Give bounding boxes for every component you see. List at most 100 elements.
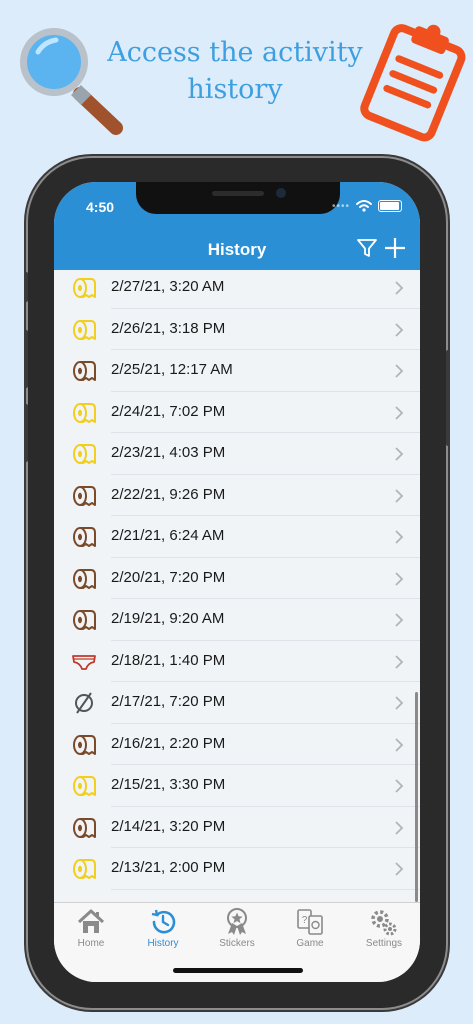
history-row-label: 2/17/21, 7:20 PM xyxy=(111,693,226,710)
add-icon[interactable] xyxy=(383,236,407,260)
tab-label: Stickers xyxy=(219,938,255,949)
tab-settings[interactable]: Settings xyxy=(349,907,419,949)
toilet-roll-brown-icon xyxy=(71,607,97,633)
speaker xyxy=(212,191,264,196)
underwear-icon xyxy=(71,649,97,675)
chevron-right-icon xyxy=(395,654,404,669)
history-row-label: 2/16/21, 2:20 PM xyxy=(111,734,226,752)
history-row[interactable]: 2/21/21, 6:24 AM xyxy=(54,516,420,558)
tab-home[interactable]: Home xyxy=(56,907,126,949)
history-row[interactable]: 2/17/21, 7:20 PM xyxy=(54,682,420,724)
toilet-roll-yellow-icon xyxy=(71,773,97,799)
history-list[interactable]: 2/27/21, 3:20 AM 2/26/21, 3:18 PM 2/25/21,… xyxy=(54,270,420,902)
promo-headline: Access the activity history xyxy=(100,34,370,108)
toilet-roll-yellow-icon xyxy=(71,400,97,426)
history-row-label: 2/22/21, 9:26 PM xyxy=(111,485,226,503)
chevron-right-icon xyxy=(395,737,404,752)
chevron-right-icon xyxy=(395,447,404,461)
battery-icon xyxy=(378,200,402,212)
toilet-roll-brown-icon xyxy=(71,358,97,384)
history-row-label: 2/27/21, 3:20 AM xyxy=(111,278,225,295)
tab-label: Settings xyxy=(365,938,403,949)
clipboard-icon xyxy=(360,24,466,142)
tab-game[interactable]: ? Game xyxy=(275,907,345,949)
notch xyxy=(136,182,340,214)
toilet-roll-brown-icon xyxy=(71,524,97,550)
history-row[interactable]: 2/16/21, 2:20 PM xyxy=(54,724,420,765)
history-row-label: 2/15/21, 3:30 PM xyxy=(111,776,226,793)
toilet-roll-yellow-icon xyxy=(71,441,97,467)
toilet-roll-brown-icon xyxy=(71,732,97,758)
tab-stickers[interactable]: Stickers xyxy=(202,907,272,949)
home-indicator[interactable] xyxy=(173,968,303,973)
scrollbar[interactable] xyxy=(415,692,418,902)
volume-up-button xyxy=(24,330,28,388)
phone-screen: 4:50 •••• History 2/27/21, 3:20 AM 2/26/2… xyxy=(54,182,420,982)
mute-switch xyxy=(24,272,28,302)
toilet-roll-brown-icon xyxy=(71,483,97,509)
camera xyxy=(276,188,286,198)
history-row[interactable]: 2/15/21, 3:30 PM xyxy=(54,765,420,807)
chevron-right-icon xyxy=(395,571,404,586)
row-separator xyxy=(111,888,420,890)
history-row[interactable]: 2/14/21, 3:20 PM xyxy=(54,807,420,848)
history-icon xyxy=(128,907,198,937)
status-time: 4:50 xyxy=(86,199,115,215)
tab-label: Game xyxy=(296,938,324,949)
volume-down-button xyxy=(24,404,28,462)
chevron-right-icon xyxy=(395,779,404,793)
history-row-label: 2/19/21, 9:20 AM xyxy=(111,610,225,627)
tab-label: History xyxy=(147,938,179,949)
svg-text:?: ? xyxy=(302,915,308,926)
history-row[interactable]: 2/27/21, 3:20 AM xyxy=(54,270,420,309)
history-row[interactable]: 2/20/21, 7:20 PM xyxy=(54,558,420,599)
gears-icon xyxy=(349,907,419,937)
toilet-roll-yellow-icon xyxy=(71,856,97,882)
history-row-label: 2/21/21, 6:24 AM xyxy=(111,527,225,544)
chevron-right-icon xyxy=(395,613,404,627)
chevron-right-icon xyxy=(395,530,404,544)
toilet-roll-brown-icon xyxy=(71,815,97,841)
chevron-right-icon xyxy=(395,322,404,337)
history-row[interactable]: 2/23/21, 4:03 PM xyxy=(54,433,420,475)
empty-set-icon xyxy=(71,690,97,716)
history-row-label: 2/14/21, 3:20 PM xyxy=(111,817,226,835)
history-row-label: 2/24/21, 7:02 PM xyxy=(111,402,226,420)
history-row-label: 2/18/21, 1:40 PM xyxy=(111,651,226,669)
toilet-roll-yellow-icon xyxy=(71,317,97,343)
history-row-label: 2/13/21, 2:00 PM xyxy=(111,859,226,876)
chevron-right-icon xyxy=(395,281,404,295)
cards-icon: ? xyxy=(275,907,345,937)
signal-icon: •••• xyxy=(331,200,350,212)
power-button xyxy=(446,350,450,446)
nav-bar: 4:50 •••• History xyxy=(54,182,420,270)
tab-label: Home xyxy=(77,938,105,949)
wifi-icon xyxy=(356,200,372,212)
home-icon xyxy=(56,907,126,937)
history-row[interactable]: 2/18/21, 1:40 PM xyxy=(54,641,420,682)
history-row-label: 2/20/21, 7:20 PM xyxy=(111,568,226,586)
promo-headline-line2: history xyxy=(187,74,283,105)
history-row[interactable]: 2/26/21, 3:18 PM xyxy=(54,309,420,350)
chevron-right-icon xyxy=(395,488,404,503)
history-row-label: 2/25/21, 12:17 AM xyxy=(111,361,233,378)
history-row-label: 2/23/21, 4:03 PM xyxy=(111,444,226,461)
promo-headline-line1: Access the activity xyxy=(107,37,363,68)
history-row[interactable]: 2/25/21, 12:17 AM xyxy=(54,350,420,392)
history-row[interactable]: 2/24/21, 7:02 PM xyxy=(54,392,420,433)
history-row-label: 2/26/21, 3:18 PM xyxy=(111,319,226,337)
chevron-right-icon xyxy=(395,696,404,710)
toilet-roll-brown-icon xyxy=(71,566,97,592)
award-icon xyxy=(202,907,272,937)
tab-history[interactable]: History xyxy=(128,907,198,949)
chevron-right-icon xyxy=(395,364,404,378)
magnifier-icon xyxy=(20,28,123,135)
chevron-right-icon xyxy=(395,405,404,420)
chevron-right-icon xyxy=(395,820,404,835)
history-row[interactable]: 2/19/21, 9:20 AM xyxy=(54,599,420,641)
filter-icon[interactable] xyxy=(355,236,379,260)
history-row[interactable]: 2/13/21, 2:00 PM xyxy=(54,848,420,890)
status-indicators: •••• xyxy=(332,200,402,212)
history-row[interactable]: 2/22/21, 9:26 PM xyxy=(54,475,420,516)
toilet-roll-yellow-icon xyxy=(71,275,97,301)
